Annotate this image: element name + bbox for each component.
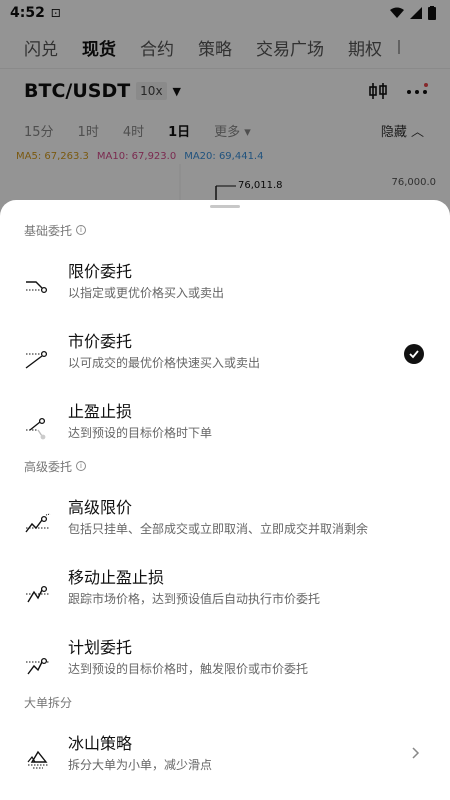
order-type-desc: 达到预设的目标价格时下单	[68, 426, 213, 440]
order-type-trigger[interactable]: 计划委托 达到预设的目标价格时，触发限价或市价委托	[0, 634, 450, 696]
tp-sl-icon	[26, 417, 46, 440]
chevron-right-icon	[412, 747, 420, 759]
limit-order-icon	[26, 281, 48, 294]
trigger-order-icon	[26, 657, 50, 675]
order-type-desc: 以可成交的最优价格快速买入或卖出	[68, 356, 261, 370]
order-type-desc: 以指定或更优价格买入或卖出	[68, 286, 225, 300]
order-type-title: 计划委托	[68, 638, 133, 657]
order-type-market[interactable]: 市价委托 以可成交的最优价格快速买入或卖出	[0, 328, 450, 390]
sheet-drag-handle[interactable]	[210, 205, 240, 208]
advanced-limit-icon	[25, 513, 51, 533]
section-advanced-orders: 高级委托 i	[24, 457, 87, 475]
iceberg-icon	[27, 750, 48, 769]
info-icon[interactable]: i	[76, 225, 87, 235]
order-type-trailing-stop[interactable]: 移动止盈止损 跟踪市场价格，达到预设值后自动执行市价委托	[0, 564, 450, 626]
order-type-title: 止盈止损	[68, 402, 133, 421]
order-type-title: 高级限价	[68, 498, 133, 517]
order-type-desc: 拆分大单为小单，减少滑点	[68, 758, 213, 772]
info-icon[interactable]: i	[76, 461, 87, 471]
order-type-desc: 包括只挂单、全部成交或立即取消、立即成交并取消剩余	[68, 522, 369, 536]
order-type-iceberg[interactable]: 冰山策略 拆分大单为小单，减少滑点	[0, 730, 450, 792]
order-type-title: 限价委托	[68, 262, 133, 281]
order-type-sheet: 基础委托 i 限价委托 以指定或更优价格买入或卖出 市价委托 以可成交的最优价格…	[0, 200, 450, 800]
selected-check-icon	[404, 344, 424, 364]
order-type-desc: 跟踪市场价格，达到预设值后自动执行市价委托	[68, 592, 321, 606]
section-basic-orders: 基础委托 i	[24, 221, 87, 239]
order-type-title: 冰山策略	[68, 734, 133, 753]
order-type-desc: 达到预设的目标价格时，触发限价或市价委托	[68, 662, 309, 676]
trailing-stop-icon	[26, 585, 50, 603]
order-type-advanced-limit[interactable]: 高级限价 包括只挂单、全部成交或立即取消、立即成交并取消剩余	[0, 494, 450, 556]
section-split-orders: 大单拆分	[24, 693, 72, 711]
market-order-icon	[25, 350, 48, 369]
order-type-limit[interactable]: 限价委托 以指定或更优价格买入或卖出	[0, 258, 450, 320]
section-split-label: 大单拆分	[24, 695, 73, 710]
section-advanced-label: 高级委托	[24, 459, 73, 474]
order-type-title: 移动止盈止损	[68, 568, 165, 587]
order-type-tp-sl[interactable]: 止盈止损 达到预设的目标价格时下单	[0, 398, 450, 460]
order-type-title: 市价委托	[68, 332, 133, 351]
section-basic-label: 基础委托	[24, 223, 73, 238]
